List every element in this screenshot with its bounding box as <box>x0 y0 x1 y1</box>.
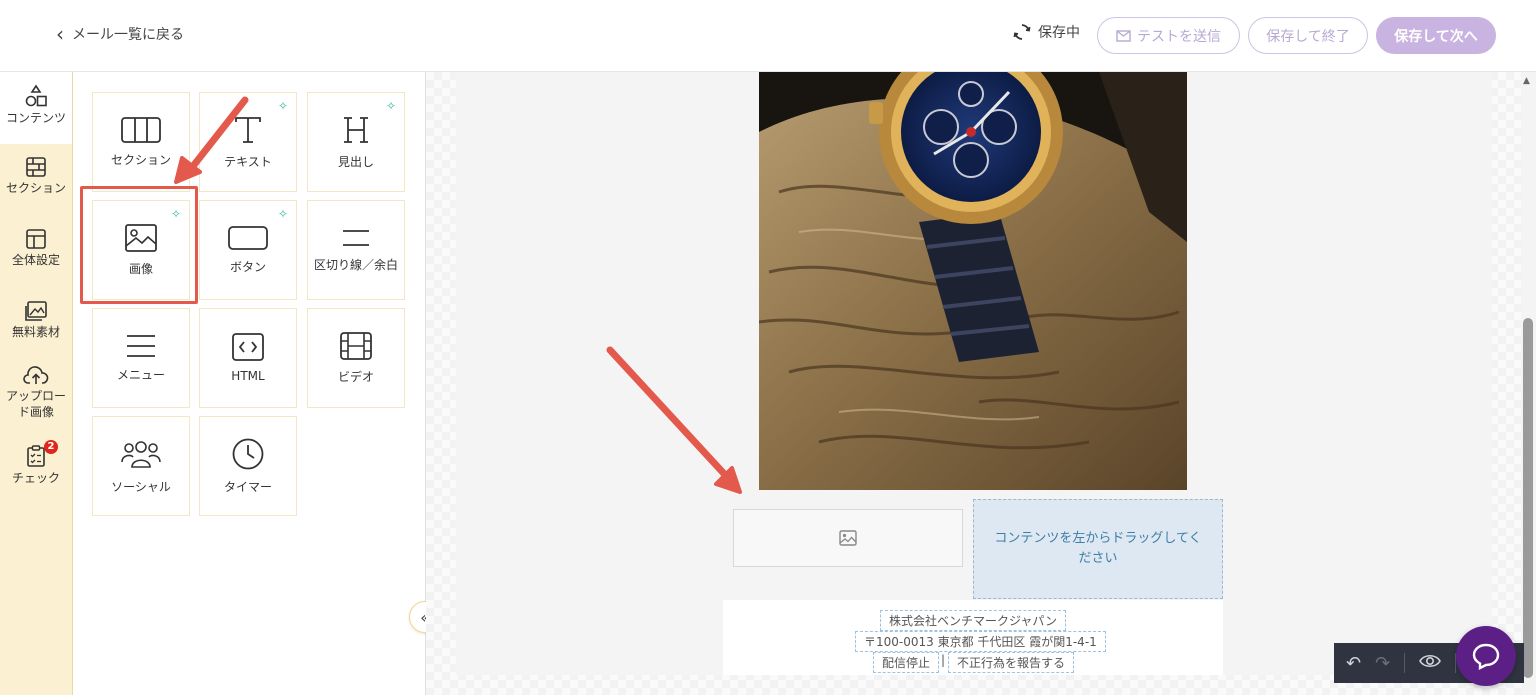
content-blocks-panel: セクション ✧ テキスト ✧ 見出し ✧ 画像 ✧ ボタン 区切り線／余白 メニ… <box>73 72 426 695</box>
cloud-upload-icon <box>23 366 49 384</box>
rail-item-section[interactable]: セクション <box>0 156 72 196</box>
check-count-badge: 2 <box>44 440 58 454</box>
block-label: ボタン <box>229 259 266 274</box>
block-label: ビデオ <box>337 369 374 384</box>
block-menu[interactable]: メニュー <box>92 308 190 408</box>
watch-on-wood-image <box>759 72 1187 490</box>
saving-status: 保存中 <box>1012 22 1080 42</box>
scroll-up-arrow-icon[interactable]: ▲ <box>1523 76 1530 86</box>
sync-icon <box>1013 24 1031 40</box>
divider-icon <box>343 229 369 246</box>
image-icon <box>839 530 857 546</box>
chat-support-button[interactable] <box>1456 626 1516 686</box>
send-test-label: テストを送信 <box>1137 28 1221 45</box>
rail-item-global-settings[interactable]: 全体設定 <box>0 228 72 268</box>
redo-icon[interactable]: ↷ <box>1375 653 1390 674</box>
ai-sparkle-icon: ✧ <box>277 207 288 221</box>
code-icon <box>232 333 264 361</box>
block-label: テキスト <box>224 154 272 169</box>
send-test-button[interactable]: テストを送信 <box>1097 17 1240 54</box>
rail-label: チェック <box>11 471 60 485</box>
report-abuse-link[interactable]: 不正行為を報告する <box>948 652 1075 673</box>
film-icon <box>340 331 372 360</box>
block-html[interactable]: HTML <box>199 308 297 408</box>
rail-label: コンテンツ <box>5 111 66 125</box>
mail-icon <box>1116 29 1131 42</box>
footer-company[interactable]: 株式会社ベンチマークジャパン <box>880 610 1067 631</box>
block-heading[interactable]: ✧ 見出し <box>307 92 405 192</box>
footer-separator: | <box>941 653 946 667</box>
save-exit-label: 保存して終了 <box>1266 28 1350 45</box>
scrollbar-thumb[interactable] <box>1523 318 1533 678</box>
ai-sparkle-icon: ✧ <box>277 99 288 113</box>
block-text[interactable]: ✧ テキスト <box>199 92 297 192</box>
saving-label: 保存中 <box>1038 25 1080 41</box>
rail-label: 無料素材 <box>11 325 60 339</box>
block-social[interactable]: ソーシャル <box>92 416 190 516</box>
rail-item-check[interactable]: 2 チェック <box>0 440 72 486</box>
unsubscribe-link[interactable]: 配信停止 <box>873 652 940 673</box>
block-video[interactable]: ビデオ <box>307 308 405 408</box>
button-icon <box>228 225 268 250</box>
preview-eye-icon[interactable] <box>1419 653 1442 674</box>
block-label: セクション <box>110 152 171 167</box>
dropzone-text: コンテンツを左からドラッグしてください <box>994 531 1202 566</box>
footer-address[interactable]: 〒100-0013 東京都 千代田区 霞が関1-4-1 <box>855 631 1106 652</box>
drop-zone[interactable]: コンテンツを左からドラッグしてください <box>973 499 1223 599</box>
block-label: ソーシャル <box>111 479 171 494</box>
watch-photo[interactable] <box>759 72 1187 490</box>
images-icon <box>25 301 47 321</box>
rail-item-free-assets[interactable]: 無料素材 <box>0 300 72 340</box>
shapes-icon <box>25 84 47 107</box>
image-block-placeholder[interactable] <box>733 509 963 567</box>
rail-item-contents[interactable]: コンテンツ <box>0 72 72 144</box>
rail-label: アップロード画像 <box>5 389 66 419</box>
left-nav-rail: コンテンツ セクション 全体設定 無料素材 アップロード画像 2 チェック <box>0 72 73 695</box>
top-bar: ‹ メール一覧に戻る 保存中 テストを送信 保存して終了 保存して次へ <box>0 0 1536 72</box>
back-label: メール一覧に戻る <box>72 27 184 43</box>
block-label: タイマー <box>223 479 272 494</box>
chevron-left-icon: ‹ <box>56 22 64 46</box>
chat-bubble-icon <box>1472 643 1500 670</box>
heading-icon <box>344 116 368 143</box>
rail-label: 全体設定 <box>11 253 60 267</box>
block-label: メニュー <box>116 367 165 382</box>
layout-icon <box>26 229 46 249</box>
rail-label: セクション <box>5 181 66 195</box>
text-icon <box>235 116 261 143</box>
save-and-next-button[interactable]: 保存して次へ <box>1376 17 1496 54</box>
undo-icon[interactable]: ↶ <box>1346 653 1361 674</box>
image-tile-highlight <box>80 186 198 304</box>
save-next-label: 保存して次へ <box>1394 28 1478 45</box>
clock-icon <box>232 438 264 469</box>
back-to-list-link[interactable]: ‹ メール一覧に戻る <box>56 24 184 44</box>
rail-item-uploaded-images[interactable]: アップロード画像 <box>0 364 72 420</box>
block-divider-spacer[interactable]: 区切り線／余白 <box>307 200 405 300</box>
save-and-exit-button[interactable]: 保存して終了 <box>1248 17 1368 54</box>
block-label: HTML <box>231 369 265 383</box>
columns-icon <box>121 116 161 143</box>
toolbar-divider <box>1404 653 1406 673</box>
block-timer[interactable]: タイマー <box>199 416 297 516</box>
ai-sparkle-icon: ✧ <box>385 99 396 113</box>
menu-icon <box>127 334 155 357</box>
grid-icon <box>26 157 46 177</box>
block-section[interactable]: セクション <box>92 92 190 192</box>
block-label: 見出し <box>337 154 374 169</box>
users-icon <box>121 440 161 468</box>
block-label: 区切り線／余白 <box>313 257 398 272</box>
block-button[interactable]: ✧ ボタン <box>199 200 297 300</box>
